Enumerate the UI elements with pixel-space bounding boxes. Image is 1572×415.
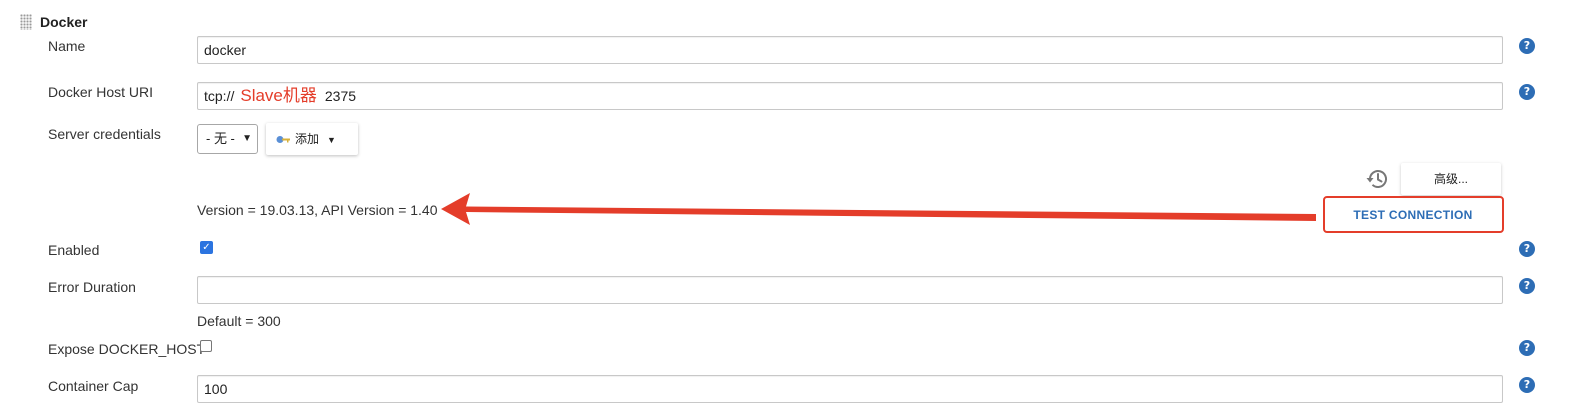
expose-docker-host-help-icon[interactable]: ? bbox=[1519, 340, 1535, 356]
drag-handle-icon[interactable] bbox=[20, 14, 32, 30]
docker-host-uri-help-icon[interactable]: ? bbox=[1519, 84, 1535, 100]
container-cap-label: Container Cap bbox=[48, 378, 139, 394]
name-help-icon[interactable]: ? bbox=[1519, 38, 1535, 54]
chevron-down-icon: ▼ bbox=[242, 133, 252, 144]
name-input[interactable]: docker bbox=[197, 36, 1503, 64]
container-cap-help-icon[interactable]: ? bbox=[1519, 377, 1535, 393]
annotation-slave-machine: Slave机器 bbox=[240, 86, 317, 105]
add-credentials-button[interactable]: 添加 ▼ bbox=[266, 123, 358, 155]
error-duration-label: Error Duration bbox=[48, 279, 136, 295]
docker-host-uri-input[interactable]: tcp:// Slave机器 2375 bbox=[197, 82, 1503, 110]
name-label: Name bbox=[48, 38, 86, 54]
credentials-selected-value: - 无 - bbox=[206, 131, 235, 146]
section-title: Docker bbox=[40, 14, 88, 30]
key-icon bbox=[276, 136, 290, 144]
connection-version-text: Version = 19.03.13, API Version = 1.40 bbox=[197, 202, 438, 218]
test-connection-button[interactable]: TEST CONNECTION bbox=[1330, 201, 1496, 229]
enabled-label: Enabled bbox=[48, 242, 100, 258]
expose-docker-host-checkbox[interactable] bbox=[200, 340, 212, 352]
server-credentials-label: Server credentials bbox=[48, 126, 161, 142]
uri-port: 2375 bbox=[324, 88, 357, 104]
error-duration-help-icon[interactable]: ? bbox=[1519, 278, 1535, 294]
expose-docker-host-label: Expose DOCKER_HOST bbox=[48, 341, 206, 357]
error-duration-default-hint: Default = 300 bbox=[197, 313, 281, 329]
container-cap-input[interactable]: 100 bbox=[197, 375, 1503, 403]
error-duration-input[interactable] bbox=[197, 276, 1503, 304]
enabled-checkbox[interactable]: ✓ bbox=[200, 241, 213, 254]
enabled-help-icon[interactable]: ? bbox=[1519, 241, 1535, 257]
advanced-button[interactable]: 高级... bbox=[1401, 163, 1501, 195]
history-icon[interactable] bbox=[1364, 165, 1392, 193]
add-button-label: 添加 bbox=[295, 132, 320, 146]
uri-prefix: tcp:// bbox=[204, 88, 235, 104]
caret-down-icon: ▼ bbox=[327, 134, 336, 145]
credentials-select[interactable]: - 无 - ▼ bbox=[197, 124, 258, 154]
docker-host-uri-label: Docker Host URI bbox=[48, 84, 154, 100]
